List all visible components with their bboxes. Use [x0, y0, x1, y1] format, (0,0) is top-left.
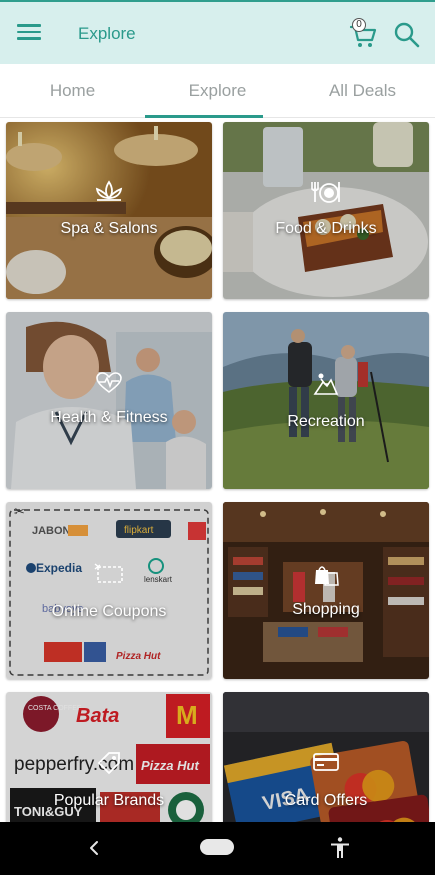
- tile-overlay: [223, 312, 429, 489]
- category-tile-online-coupons[interactable]: ✂ flipkart JABONG Expedia lenskart babyo…: [6, 502, 212, 679]
- tab-all-deals[interactable]: All Deals: [290, 64, 435, 118]
- back-icon[interactable]: [84, 837, 104, 859]
- category-label: Recreation: [287, 413, 365, 430]
- app-screen: Explore 0 Home Explore All Deals Spa & S…: [0, 0, 435, 875]
- category-tile-health-fitness[interactable]: Health & Fitness: [6, 312, 212, 489]
- page-title: Explore: [78, 24, 136, 43]
- tag-icon: [97, 752, 120, 775]
- category-tile-food-drinks[interactable]: Food & Drinks: [223, 122, 429, 299]
- category-grid: Spa & Salons Food & Drinks Health & Fitn…: [0, 118, 435, 822]
- dining-icon: [311, 182, 340, 203]
- search-button[interactable]: [393, 21, 421, 49]
- category-label: Food & Drinks: [275, 220, 377, 237]
- search-icon: [394, 22, 420, 48]
- tab-home[interactable]: Home: [0, 64, 145, 118]
- category-tile-card-offers[interactable]: VISA Card Offers: [223, 692, 429, 822]
- category-label: Spa & Salons: [60, 220, 158, 237]
- category-label: Shopping: [292, 601, 360, 618]
- category-label: Popular Brands: [53, 792, 165, 809]
- category-label: Health & Fitness: [50, 409, 168, 426]
- tab-bar: Home Explore All Deals: [0, 64, 435, 118]
- tile-overlay: [223, 502, 429, 679]
- category-tile-recreation[interactable]: Recreation: [223, 312, 429, 489]
- cart-count-badge: 0: [352, 18, 366, 32]
- category-tile-shopping[interactable]: Shopping: [223, 502, 429, 679]
- tile-overlay: [6, 502, 212, 679]
- hiking-icon: [313, 373, 339, 395]
- category-tile-spa-salons[interactable]: Spa & Salons: [6, 122, 212, 299]
- tile-overlay: [6, 122, 212, 299]
- tab-explore[interactable]: Explore: [145, 64, 290, 118]
- category-label: Online Coupons: [51, 603, 167, 620]
- shopping-bags-icon: [315, 566, 339, 586]
- cart-button[interactable]: 0: [348, 18, 378, 50]
- system-navigation-bar: [0, 822, 435, 875]
- category-tile-popular-brands[interactable]: COSTA COFFEE Bata M pepperfry.com Pizza …: [6, 692, 212, 822]
- tile-overlay: [6, 312, 212, 489]
- lotus-icon: [95, 180, 123, 201]
- coupon-icon: [94, 563, 123, 583]
- home-pill-icon[interactable]: [200, 839, 234, 855]
- heartbeat-icon: [96, 372, 122, 394]
- category-label: Card Offers: [284, 792, 368, 809]
- credit-card-icon: [313, 753, 339, 771]
- accessibility-icon[interactable]: [328, 836, 352, 860]
- menu-icon[interactable]: [14, 20, 44, 46]
- tile-overlay: [223, 122, 429, 299]
- app-bar: Explore 0: [0, 0, 435, 64]
